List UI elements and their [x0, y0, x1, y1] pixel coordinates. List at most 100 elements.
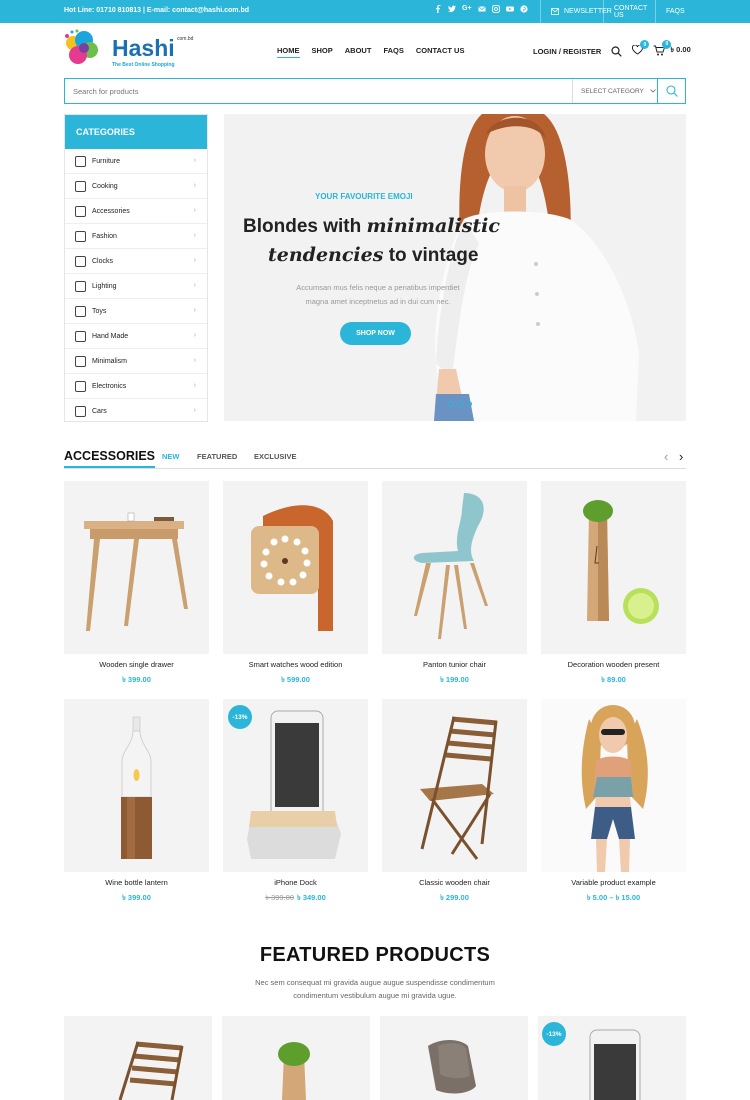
- tab-new[interactable]: NEW: [162, 452, 180, 461]
- chevron-right-icon: ›: [193, 282, 196, 289]
- featured-description-line: condimentum vestibulum augue mi gravida …: [293, 991, 457, 1000]
- contact-us-link[interactable]: CONTACT US: [603, 0, 661, 23]
- product-sale-price: ৳ 349.00: [297, 893, 326, 902]
- product-card[interactable]: Variable product example ৳ 5.00 – ৳ 15.0…: [541, 699, 686, 905]
- featured-description: Nec sem consequat mi gravida augue augue…: [0, 976, 750, 1002]
- product-name[interactable]: Classic wooden chair: [382, 878, 527, 887]
- model-outfit-image: [581, 705, 648, 872]
- product-card[interactable]: Classic wooden chair ৳ 299.00: [382, 699, 527, 905]
- slider-dot[interactable]: [457, 401, 463, 407]
- category-item[interactable]: Cooking ›: [65, 174, 207, 199]
- wishlist-count: 0: [640, 40, 650, 49]
- nav-contact-us[interactable]: CONTACT US: [416, 46, 465, 58]
- category-item[interactable]: Clocks ›: [65, 249, 207, 274]
- category-item[interactable]: Fashion ›: [65, 224, 207, 249]
- category-item[interactable]: Lighting ›: [65, 274, 207, 299]
- product-card[interactable]: Decoration wooden present ৳ 89.00: [541, 481, 686, 687]
- cart-total[interactable]: ৳ 0.00: [670, 45, 690, 57]
- featured-product-image[interactable]: [64, 1016, 212, 1100]
- wishlist-button[interactable]: 0: [632, 40, 650, 57]
- product-image[interactable]: [382, 699, 527, 872]
- category-item[interactable]: Accessories ›: [65, 199, 207, 224]
- instagram-icon[interactable]: [492, 5, 500, 15]
- featured-product-image[interactable]: [380, 1016, 528, 1100]
- product-image[interactable]: [382, 481, 527, 654]
- search-icon[interactable]: [611, 45, 623, 57]
- tab-exclusive[interactable]: EXCLUSIVE: [254, 452, 297, 461]
- nav-shop[interactable]: SHOP: [312, 46, 333, 58]
- email-icon[interactable]: [478, 5, 486, 15]
- category-item[interactable]: Furniture ›: [65, 149, 207, 174]
- search-button[interactable]: [657, 79, 685, 103]
- categories-menu: CATEGORIES Furniture › Cooking › Accessori…: [64, 114, 208, 422]
- hero-subtitle-line: Accumsan mus felis neque a penatibus imp…: [296, 283, 460, 292]
- category-item[interactable]: Electronics ›: [65, 374, 207, 399]
- cart-button[interactable]: 0: [653, 39, 672, 58]
- product-price: ৳ 399.00 ৳ 349.00: [223, 893, 368, 905]
- accessories-tabs: ACCESSORIES NEW FEATURED EXCLUSIVE ‹ ›: [64, 448, 686, 469]
- product-image[interactable]: [64, 699, 209, 872]
- product-card[interactable]: Smart watches wood edition ৳ 599.00: [223, 481, 368, 687]
- product-name[interactable]: Wine bottle lantern: [64, 878, 209, 887]
- product-image[interactable]: [541, 699, 686, 872]
- youtube-icon[interactable]: [506, 5, 514, 15]
- faqs-link[interactable]: FAQS: [655, 0, 686, 23]
- featured-title: FEATURED PRODUCTS: [259, 944, 491, 966]
- slider-dot[interactable]: [466, 401, 472, 407]
- product-name[interactable]: Wooden single drawer: [64, 660, 209, 669]
- nav-about[interactable]: ABOUT: [345, 46, 372, 58]
- product-name[interactable]: iPhone Dock: [223, 878, 368, 887]
- hero-heading: Blondes with minimalistic tendencies to …: [243, 212, 543, 270]
- chevron-right-icon: ›: [193, 357, 196, 364]
- accessories-icon: [75, 205, 86, 217]
- chevron-down-icon: [650, 89, 656, 93]
- slider-dot[interactable]: [448, 401, 454, 407]
- product-image[interactable]: -13%: [223, 699, 368, 872]
- product-card[interactable]: Wooden single drawer ৳ 399.00: [64, 481, 209, 687]
- categories-title: CATEGORIES: [65, 115, 207, 149]
- product-name[interactable]: Decoration wooden present: [541, 660, 686, 669]
- hero-heading-part: Blondes with: [243, 216, 367, 237]
- product-image[interactable]: [223, 481, 368, 654]
- prev-arrow-icon[interactable]: ‹: [664, 450, 668, 463]
- tab-featured[interactable]: FEATURED: [197, 452, 237, 461]
- nav-faqs[interactable]: FAQS: [383, 46, 403, 58]
- category-select[interactable]: SELECT CATEGORY: [572, 79, 657, 103]
- chevron-right-icon: ›: [193, 332, 196, 339]
- category-item[interactable]: Toys ›: [65, 299, 207, 324]
- pinterest-icon[interactable]: [520, 5, 528, 15]
- category-label: Electronics: [92, 382, 127, 390]
- category-label: Cars: [92, 408, 107, 415]
- chevron-right-icon: ›: [193, 407, 196, 414]
- product-name[interactable]: Smart watches wood edition: [223, 660, 368, 669]
- login-register-link[interactable]: LOGIN / REGISTER: [533, 47, 601, 56]
- product-card[interactable]: Wine bottle lantern ৳ 399.00: [64, 699, 209, 905]
- next-arrow-icon[interactable]: ›: [679, 450, 683, 463]
- featured-product-image[interactable]: [222, 1016, 370, 1100]
- product-image[interactable]: [64, 481, 209, 654]
- chevron-right-icon: ›: [193, 307, 196, 314]
- hand-made-icon: [75, 330, 86, 342]
- facebook-icon[interactable]: [434, 5, 442, 15]
- category-item[interactable]: Minimalism ›: [65, 349, 207, 374]
- search-input[interactable]: [65, 79, 572, 103]
- product-card[interactable]: -13% iPhone Dock ৳ 399.00 ৳ 349.00: [223, 699, 368, 905]
- category-label: Toys: [92, 307, 107, 315]
- sale-badge: -13%: [542, 1022, 566, 1046]
- category-item[interactable]: Cars ›: [65, 399, 207, 424]
- shop-now-button[interactable]: SHOP NOW: [340, 322, 411, 345]
- site-logo[interactable]: Hashi com.bd The Best Online Shopping: [64, 28, 204, 68]
- slider-dots: [448, 401, 472, 407]
- product-image[interactable]: [541, 481, 686, 654]
- hero-heading-italic: minimalistic: [366, 215, 500, 237]
- top-bar: Hot Line: 01710 810813 | E-mail: contact…: [0, 0, 750, 23]
- nav-home[interactable]: HOME: [277, 46, 300, 58]
- twitter-icon[interactable]: [448, 5, 456, 15]
- category-label: Cooking: [92, 182, 118, 190]
- google-plus-icon[interactable]: G+: [462, 5, 472, 15]
- product-card[interactable]: Panton tunior chair ৳ 199.00: [382, 481, 527, 687]
- product-name[interactable]: Panton tunior chair: [382, 660, 527, 669]
- product-name[interactable]: Variable product example: [541, 878, 686, 887]
- featured-product-image[interactable]: -13%: [538, 1016, 686, 1100]
- category-item[interactable]: Hand Made ›: [65, 324, 207, 349]
